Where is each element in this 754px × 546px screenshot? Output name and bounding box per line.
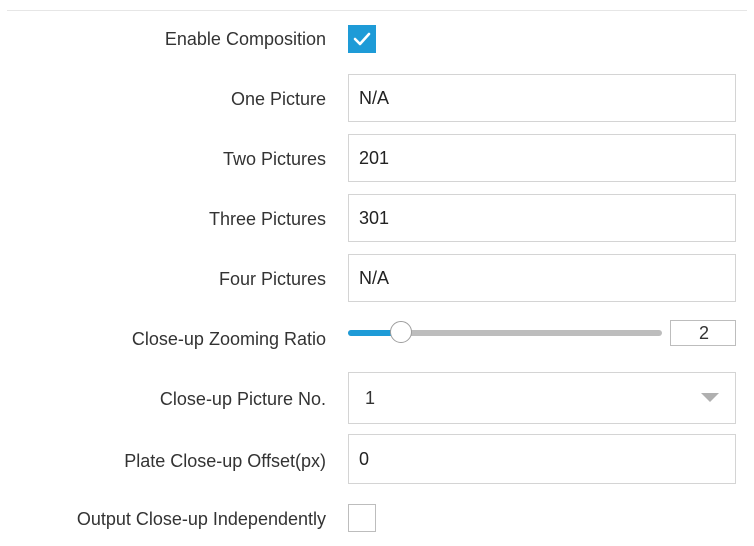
two-pictures-label: Two Pictures [222, 149, 326, 169]
closeup-picture-no-value: 1 [365, 388, 376, 408]
output-closeup-independently-checkbox[interactable] [348, 504, 376, 532]
closeup-picture-no-select[interactable]: 1 [348, 372, 736, 424]
check-icon [353, 32, 371, 46]
slider-thumb[interactable] [390, 321, 412, 343]
closeup-picture-no-label: Close-up Picture No. [159, 389, 326, 409]
plate-closeup-offset-label: Plate Close-up Offset(px) [124, 451, 326, 471]
closeup-zooming-ratio-label: Close-up Zooming Ratio [131, 329, 326, 349]
output-closeup-independently-label: Output Close-up Independently [76, 509, 326, 529]
enable-composition-checkbox[interactable] [348, 25, 376, 53]
two-pictures-input[interactable]: 201 [348, 134, 736, 182]
chevron-down-icon [701, 393, 719, 402]
three-pictures-label: Three Pictures [208, 209, 326, 229]
closeup-zooming-ratio-value[interactable]: 2 [670, 320, 736, 346]
plate-closeup-offset-input[interactable]: 0 [348, 434, 736, 484]
one-picture-label: One Picture [230, 89, 326, 109]
one-picture-input[interactable]: N/A [348, 74, 736, 122]
closeup-zooming-ratio-slider[interactable] [348, 321, 662, 343]
four-pictures-input[interactable]: N/A [348, 254, 736, 302]
four-pictures-label: Four Pictures [218, 269, 326, 289]
enable-composition-label: Enable Composition [164, 29, 326, 49]
three-pictures-input[interactable]: 301 [348, 194, 736, 242]
